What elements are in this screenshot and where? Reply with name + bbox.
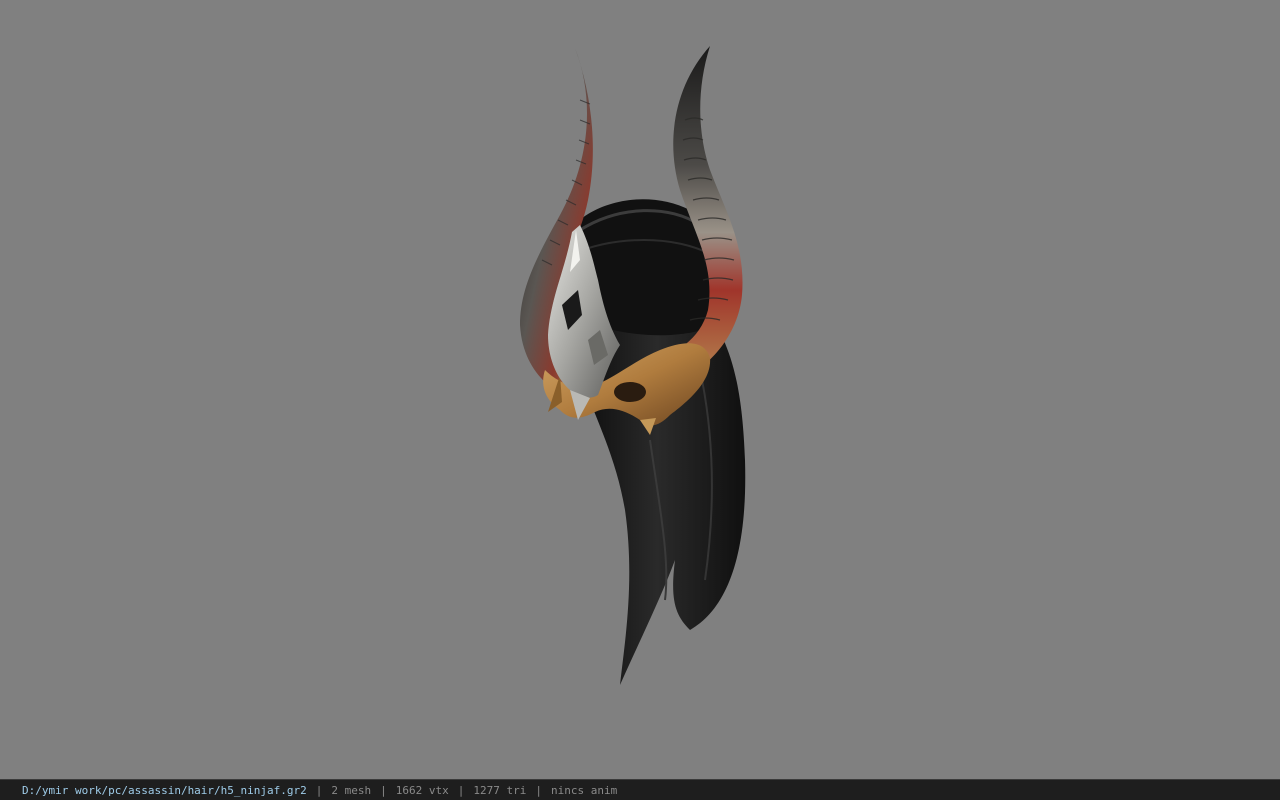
status-separator: | <box>457 783 465 797</box>
status-separator: | <box>535 783 542 797</box>
file-path-label: D:/ymir work/pc/assassin/hair/h5_ninjaf.… <box>22 783 307 797</box>
status-separator: | <box>380 783 387 797</box>
status-bar: D:/ymir work/pc/assassin/hair/h5_ninjaf.… <box>0 779 1280 800</box>
model-viewport[interactable] <box>0 0 1280 779</box>
mesh-count-label: 2 mesh <box>331 783 372 797</box>
triangle-count-label: 1277 tri <box>473 783 527 797</box>
vertex-count-label: 1662 vtx <box>395 783 449 797</box>
helmet-model-icon <box>520 46 746 685</box>
status-separator: | <box>315 783 323 797</box>
anim-status-label: nincs anim <box>551 783 618 797</box>
